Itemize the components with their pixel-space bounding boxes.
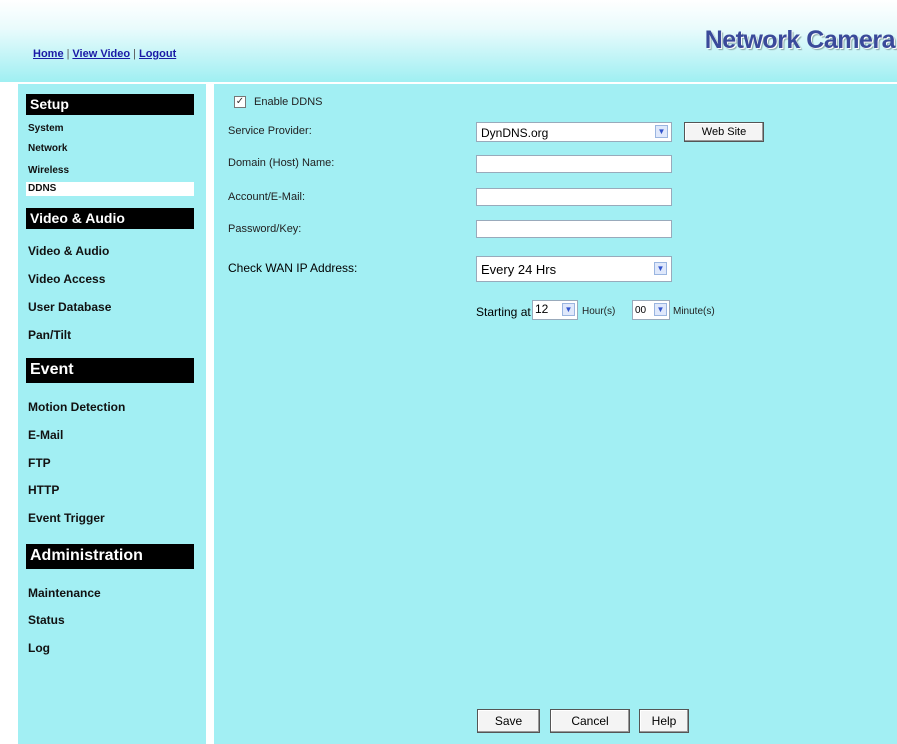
- hour-select[interactable]: 12 ▼: [532, 300, 578, 320]
- chevron-down-icon: ▼: [655, 125, 668, 138]
- hour-value: 12: [535, 302, 549, 316]
- service-provider-value: DynDNS.org: [481, 126, 549, 140]
- chevron-down-icon: ▼: [654, 303, 667, 316]
- enable-ddns-checkbox[interactable]: ✓: [234, 96, 246, 108]
- sidebar-item-status[interactable]: Status: [26, 611, 194, 629]
- password-key-label: Password/Key:: [228, 223, 302, 235]
- help-button[interactable]: Help: [639, 709, 689, 733]
- check-wan-ip-label: Check WAN IP Address:: [228, 261, 358, 275]
- enable-ddns-label: Enable DDNS: [254, 96, 323, 108]
- sidebar-item-maintenance[interactable]: Maintenance: [26, 584, 194, 602]
- save-button[interactable]: Save: [477, 709, 540, 733]
- check-wan-ip-value: Every 24 Hrs: [481, 262, 557, 277]
- minute-select[interactable]: 00 ▼: [632, 300, 670, 320]
- web-site-button[interactable]: Web Site: [684, 122, 764, 142]
- sidebar-item-wireless[interactable]: Wireless: [26, 164, 194, 178]
- sidebar: Setup System Network Wireless DDNS Video…: [18, 84, 206, 744]
- section-header-setup: Setup: [26, 94, 194, 115]
- domain-name-input[interactable]: [476, 155, 672, 173]
- cancel-button[interactable]: Cancel: [550, 709, 630, 733]
- section-header-event: Event: [26, 358, 194, 383]
- starting-at-label: Starting at: [476, 305, 531, 319]
- sidebar-item-network[interactable]: Network: [26, 142, 194, 156]
- logout-link[interactable]: Logout: [139, 48, 176, 60]
- sidebar-item-ftp[interactable]: FTP: [26, 454, 194, 472]
- ddns-settings-panel: ✓ Enable DDNS Service Provider: DynDNS.o…: [214, 84, 897, 744]
- brand-title: Network Camera: [704, 26, 896, 54]
- separator: |: [133, 48, 136, 60]
- hours-label: Hour(s): [582, 306, 616, 317]
- top-navigation: Home | View Video | Logout: [33, 48, 176, 60]
- check-wan-ip-select[interactable]: Every 24 Hrs ▼: [476, 256, 672, 282]
- separator: |: [66, 48, 70, 60]
- password-key-input[interactable]: [476, 220, 672, 238]
- sidebar-item-event-trigger[interactable]: Event Trigger: [26, 509, 194, 527]
- sidebar-item-user-database[interactable]: User Database: [26, 298, 194, 316]
- sidebar-item-video-audio[interactable]: Video & Audio: [26, 242, 194, 260]
- home-link[interactable]: Home: [33, 48, 64, 60]
- chevron-down-icon: ▼: [654, 262, 667, 275]
- account-email-label: Account/E-Mail:: [228, 191, 306, 203]
- sidebar-item-http[interactable]: HTTP: [26, 481, 194, 499]
- sidebar-item-motion-detection[interactable]: Motion Detection: [26, 398, 194, 416]
- sidebar-item-video-access[interactable]: Video Access: [26, 270, 194, 288]
- sidebar-item-log[interactable]: Log: [26, 639, 194, 657]
- service-provider-label: Service Provider:: [228, 125, 312, 137]
- section-header-video-audio: Video & Audio: [26, 208, 194, 229]
- service-provider-select[interactable]: DynDNS.org ▼: [476, 122, 672, 142]
- header-bar: Home | View Video | Logout Network Camera: [0, 0, 897, 82]
- sidebar-item-system[interactable]: System: [26, 122, 194, 136]
- minute-value: 00: [635, 305, 647, 316]
- minutes-label: Minute(s): [673, 306, 715, 317]
- account-email-input[interactable]: [476, 188, 672, 206]
- sidebar-item-pan-tilt[interactable]: Pan/Tilt: [26, 326, 194, 344]
- sidebar-item-ddns[interactable]: DDNS: [26, 182, 194, 196]
- section-header-administration: Administration: [26, 544, 194, 569]
- view-video-link[interactable]: View Video: [72, 48, 130, 60]
- chevron-down-icon: ▼: [562, 303, 575, 316]
- domain-name-label: Domain (Host) Name:: [228, 157, 335, 169]
- sidebar-item-email[interactable]: E-Mail: [26, 426, 194, 444]
